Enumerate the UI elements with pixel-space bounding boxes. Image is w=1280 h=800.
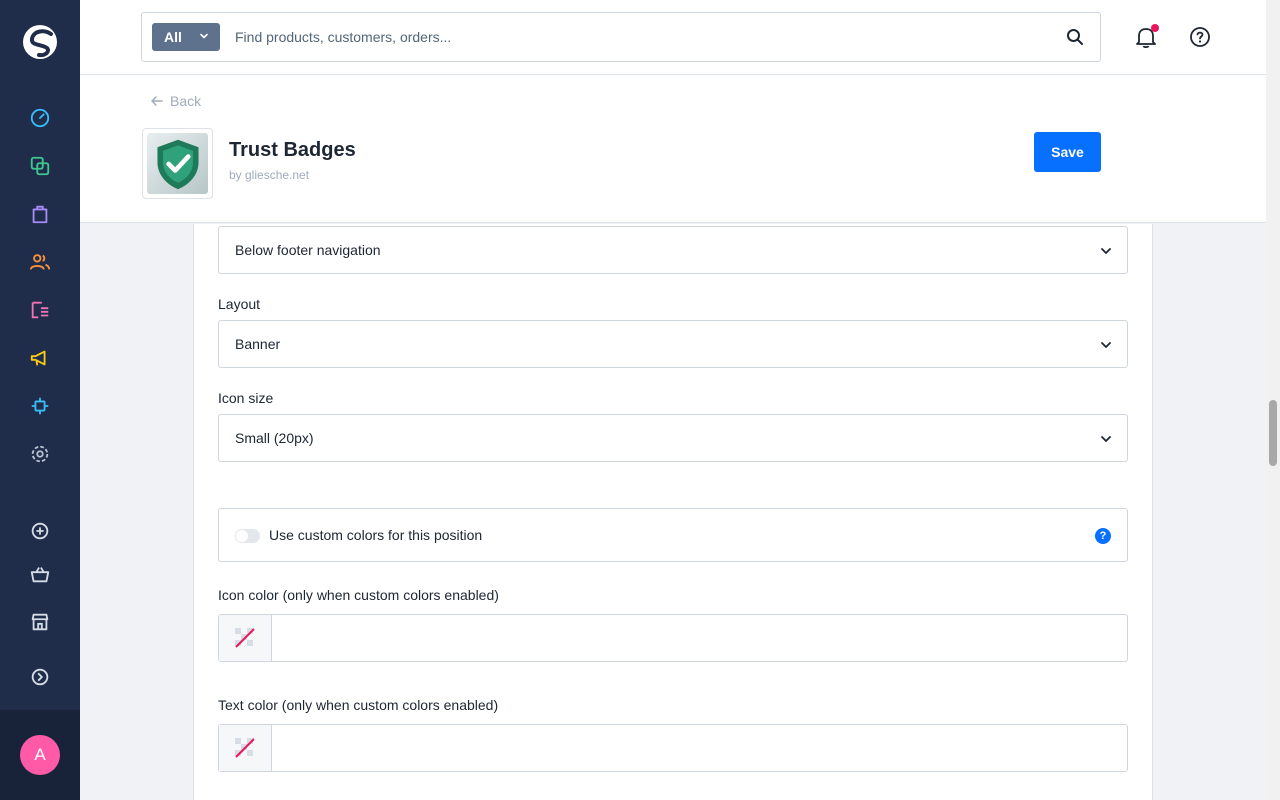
icon-color-input[interactable] [283, 627, 1103, 649]
chevron-down-icon [1101, 342, 1111, 348]
add-icon[interactable] [26, 517, 54, 545]
page-title: Trust Badges [229, 139, 356, 161]
shield-check-icon [156, 139, 199, 189]
content-icon[interactable] [26, 296, 54, 324]
position-select-value: Below footer navigation [235, 242, 381, 258]
help-icon[interactable]: ? [1095, 528, 1111, 544]
scrollbar-thumb[interactable] [1269, 400, 1277, 466]
text-color-label: Text color (only when custom colors enab… [218, 697, 499, 713]
user-section: A [0, 710, 80, 800]
dashboard-icon[interactable] [26, 104, 54, 132]
save-button[interactable]: Save [1034, 132, 1101, 172]
switch-knob [236, 530, 248, 542]
layout-select[interactable]: Banner [218, 320, 1128, 368]
notification-dot [1151, 24, 1159, 32]
storefront-icon[interactable] [26, 608, 54, 636]
custom-colors-field: Use custom colors for this position ? [218, 508, 1128, 562]
orders-icon[interactable] [26, 200, 54, 228]
marketing-icon[interactable] [26, 344, 54, 372]
expand-icon[interactable] [26, 663, 54, 691]
text-color-input[interactable] [283, 737, 1103, 759]
arrow-left-icon [151, 96, 163, 106]
position-select[interactable]: Below footer navigation [218, 226, 1128, 274]
help-button[interactable] [1188, 25, 1212, 49]
chevron-down-icon [200, 33, 208, 39]
customers-icon[interactable] [26, 248, 54, 276]
basket-icon[interactable] [26, 560, 54, 588]
global-search: All [141, 12, 1101, 62]
back-link[interactable]: Back [150, 93, 201, 109]
search-scope-label: All [164, 29, 182, 45]
settings-card: Below footer navigation Layout Banner Ic… [193, 224, 1153, 800]
chevron-down-icon [1101, 436, 1111, 442]
app-author: by gliesche.net [229, 168, 310, 182]
custom-colors-switch[interactable] [235, 529, 260, 543]
main-sidebar: A [0, 0, 80, 800]
custom-colors-label: Use custom colors for this position [269, 527, 483, 543]
text-color-swatch[interactable] [219, 725, 272, 771]
icon-color-field [218, 614, 1128, 662]
no-color-icon [235, 738, 255, 758]
page-scrollbar[interactable] [1266, 0, 1280, 800]
shopware-logo-icon[interactable] [20, 22, 60, 62]
layout-select-value: Banner [235, 336, 281, 352]
search-icon[interactable] [1065, 27, 1085, 47]
icon-color-label: Icon color (only when custom colors enab… [218, 587, 499, 603]
no-color-icon [235, 628, 255, 648]
icon-size-label: Icon size [218, 390, 274, 406]
icon-size-select-value: Small (20px) [235, 430, 314, 446]
help-icon [1190, 27, 1210, 47]
catalogues-icon[interactable] [26, 152, 54, 180]
layout-label: Layout [218, 296, 261, 312]
notifications-button[interactable] [1133, 24, 1159, 50]
search-input[interactable] [235, 25, 1035, 49]
app-header: Back Trust Badges by gliesche.net Save [80, 75, 1266, 223]
search-scope-dropdown[interactable]: All [152, 23, 220, 51]
chevron-down-icon [1101, 248, 1111, 254]
back-label: Back [170, 93, 202, 109]
icon-color-swatch[interactable] [219, 615, 272, 661]
text-color-field [218, 724, 1128, 772]
user-avatar[interactable]: A [20, 735, 60, 775]
settings-icon[interactable] [26, 440, 54, 468]
top-bar: All [80, 0, 1266, 75]
app-icon [142, 128, 213, 199]
icon-size-select[interactable]: Small (20px) [218, 414, 1128, 462]
extensions-icon[interactable] [26, 392, 54, 420]
